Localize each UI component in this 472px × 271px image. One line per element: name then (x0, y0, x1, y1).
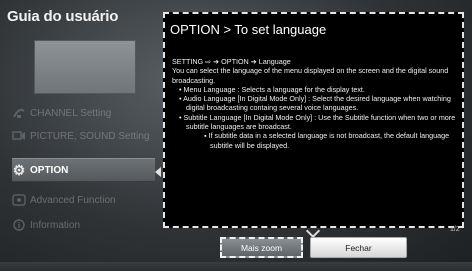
satellite-dish-icon (12, 106, 26, 120)
bullet-menu-language: • Menu Language : Selects a language for… (179, 84, 365, 94)
sidebar-item-channel-setting[interactable]: CHANNEL Setting (12, 102, 155, 124)
page-indicator: 1/2 (450, 226, 460, 233)
sidebar-item-label: OPTION (30, 164, 69, 176)
sidebar-item-label: Information (30, 219, 81, 231)
subtitle-note: ▪ If subtitle data in a selected languag… (204, 131, 450, 150)
intro-text: You can select the language of the menu … (172, 66, 449, 85)
footer-bar (0, 262, 472, 271)
app-title: Guia do usuário (7, 8, 119, 25)
panel-content: SETTING ⇨ ➔ OPTION ➔ Language You can se… (172, 57, 460, 150)
advanced-function-icon (12, 193, 26, 207)
sidebar-item-picture-sound[interactable]: PICTURE, SOUND Setting (12, 125, 155, 147)
bullet-audio-language: • Audio Language [In Digital Mode Only] … (179, 94, 451, 113)
panel-title: OPTION > To set language (170, 22, 327, 37)
sidebar-item-option[interactable]: ⚙ OPTION (12, 158, 155, 182)
preview-thumbnail (34, 40, 136, 94)
close-button[interactable]: Fechar (310, 237, 407, 258)
picture-sound-icon (12, 129, 26, 143)
settings-path: SETTING ⇨ ➔ OPTION ➔ Language (172, 57, 291, 66)
zoom-more-button[interactable]: Mais zoom (220, 237, 303, 258)
bullet-subtitle-language: • Subtitle Language [In Digital Mode Onl… (179, 112, 456, 132)
sidebar-item-label: PICTURE, SOUND Setting (30, 130, 150, 142)
sidebar-item-advanced-function[interactable]: Advanced Function (12, 189, 155, 211)
selection-pointer-icon (155, 167, 161, 177)
sidebar-item-label: Advanced Function (30, 194, 116, 206)
sidebar-item-information[interactable]: Information (12, 214, 155, 236)
sidebar-item-label: CHANNEL Setting (30, 107, 112, 119)
info-icon (12, 218, 26, 232)
gear-icon: ⚙ (12, 161, 26, 178)
